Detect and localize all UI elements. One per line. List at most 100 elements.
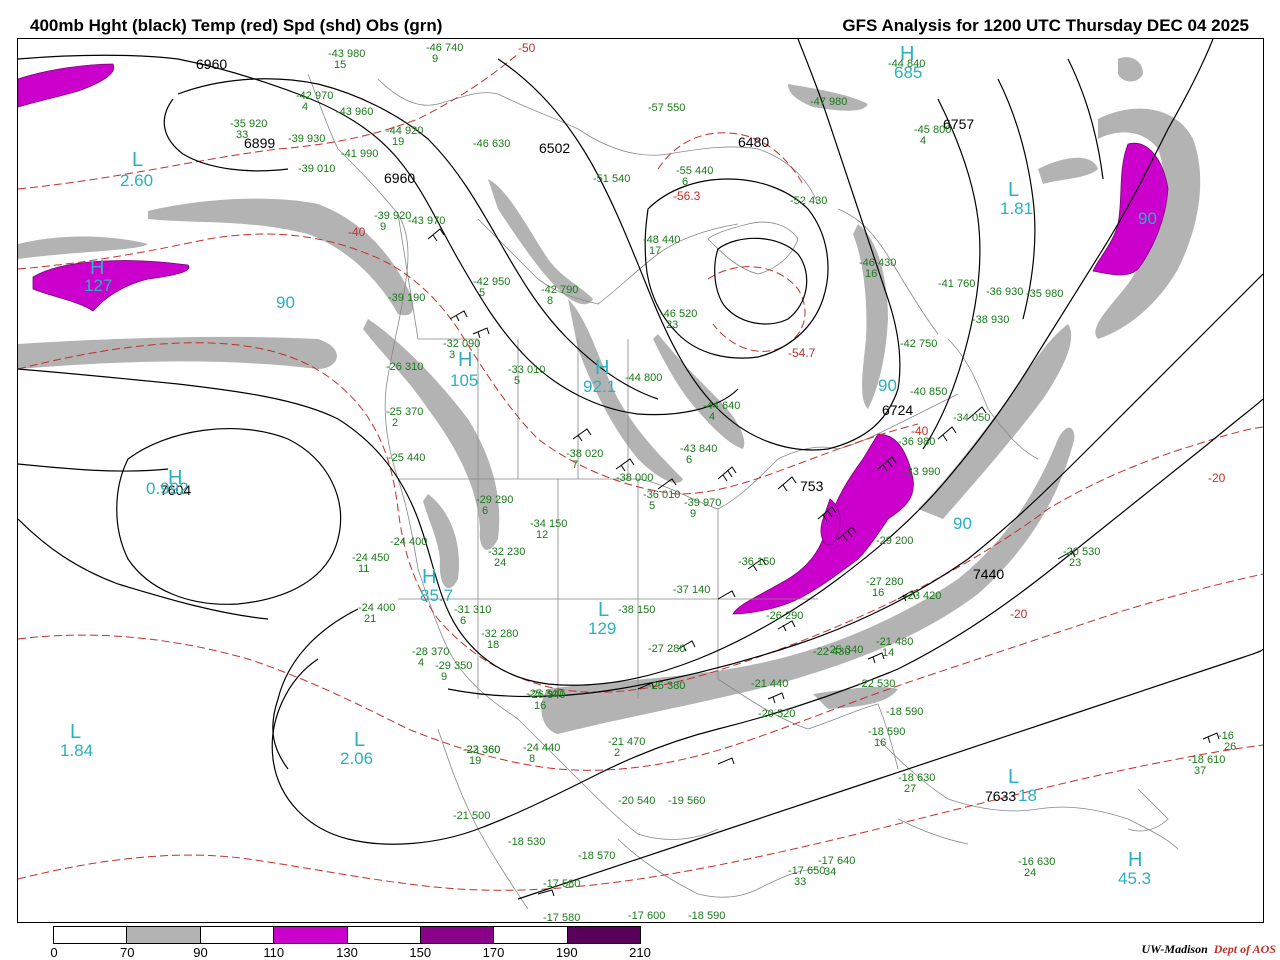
station-observation: -57 550 — [648, 103, 685, 114]
center-value: 1.84 — [60, 741, 94, 760]
speed-color-legend — [53, 926, 641, 944]
obs-dewpoint: 8 — [529, 753, 536, 765]
weather-map: 6960 6960 6899 6502 6480 6757 6724 7604 … — [17, 38, 1264, 923]
credit-dept: Dept of AOS — [1213, 942, 1276, 956]
station-observation: -46 630 — [473, 139, 510, 150]
station-observation: -43 960 — [336, 107, 373, 118]
station-observation: -25 370 2 — [386, 407, 423, 429]
station-observation: -41 760 — [938, 279, 975, 290]
obs-temp-height: -18 530 — [508, 836, 546, 848]
temperature-label: -20 — [1208, 471, 1226, 485]
legend-segment — [347, 927, 421, 943]
station-observation: -51 540 — [593, 174, 630, 185]
obs-dewpoint: 6 — [482, 505, 489, 517]
obs-dewpoint: 4 — [302, 101, 309, 113]
temperature-label: -54.7 — [788, 346, 816, 360]
obs-temp-height: -39 010 — [298, 163, 336, 175]
station-observation: -19 560 — [668, 796, 705, 807]
station-observation: -22 430 — [813, 647, 850, 658]
speed-label: 90 — [878, 376, 897, 395]
obs-dewpoint: 12 — [536, 529, 549, 541]
obs-temp-height: -33 990 — [903, 466, 941, 478]
legend-tick: 190 — [555, 945, 578, 960]
obs-dewpoint: 26 — [1224, 741, 1237, 753]
obs-temp-height: -43 970 — [408, 215, 446, 227]
obs-dewpoint: 9 — [380, 221, 387, 233]
station-observation: -18 610 37 — [1188, 755, 1225, 777]
station-observation: -21 480 14 — [876, 637, 913, 659]
station-observation: -26 290 — [766, 611, 803, 622]
station-observation: -42 950 5 — [473, 277, 510, 299]
obs-temp-height: -29 200 — [876, 535, 914, 547]
station-observation: -43 840 6 — [680, 444, 717, 466]
obs-temp-height: -44 800 — [625, 372, 663, 384]
station-observation: -31 310 6 — [454, 605, 491, 627]
station-observation: -35 980 — [1026, 289, 1063, 300]
obs-dewpoint: 33 — [794, 876, 807, 888]
station-observation: -39 970 9 — [684, 498, 721, 520]
station-observation: -18 590 — [688, 911, 725, 922]
center-value: 2.06 — [340, 749, 374, 768]
obs-dewpoint: 19 — [392, 136, 405, 148]
station-observation: -24 400 21 — [358, 603, 395, 625]
obs-dewpoint: 8 — [547, 295, 554, 307]
station-observation: -24 400 — [390, 537, 427, 548]
legend-segment — [420, 927, 495, 943]
obs-dewpoint: 4 — [920, 135, 927, 147]
station-observation: -20 530 23 — [1063, 547, 1100, 569]
map-title: 400mb Hght (black) Temp (red) Spd (shd) … — [30, 16, 443, 35]
station-observation: -17 580 — [543, 913, 580, 923]
obs-temp-height: -44 840 — [888, 58, 926, 70]
obs-dewpoint: 16 — [872, 587, 885, 599]
height-label: 6502 — [539, 140, 571, 156]
station-observation: -26 310 — [386, 362, 423, 373]
station-observation: -39 190 — [388, 293, 425, 304]
legend-segment — [274, 927, 348, 943]
station-observation: -39 010 — [298, 164, 335, 175]
obs-dewpoint: 9 — [432, 53, 439, 65]
station-observation: -24 450 11 — [352, 553, 389, 575]
station-observation: -38 150 — [618, 605, 655, 616]
temperature-label: -20 — [1010, 607, 1028, 621]
station-observation: -43 980 15 — [328, 49, 365, 71]
center-value: 105 — [450, 371, 479, 390]
station-observation: -44 840 — [888, 59, 925, 70]
station-observation: -32 230 24 — [488, 547, 525, 569]
obs-temp-height: -27 280 — [648, 643, 686, 655]
station-observation: -22 530 — [858, 679, 895, 690]
station-observation: -18 590 — [886, 707, 923, 718]
legend-segment — [494, 927, 568, 943]
obs-dewpoint: 19 — [469, 755, 482, 767]
station-observation: -45 800 4 — [914, 125, 951, 147]
obs-temp-height: -38 000 — [616, 472, 654, 484]
obs-dewpoint: 23 — [1069, 557, 1082, 569]
obs-temp-height: -37 140 — [673, 584, 711, 596]
station-observation: -36 010 5 — [643, 490, 680, 512]
obs-dewpoint: 5 — [514, 375, 521, 387]
station-observation: -55 440 6 — [676, 166, 713, 188]
station-observation: -29 290 6 — [476, 495, 513, 517]
obs-dewpoint: 37 — [1194, 765, 1207, 777]
station-observation: -44 640 4 — [703, 401, 740, 423]
station-observation: -18 590 16 — [868, 727, 905, 749]
obs-dewpoint: 5 — [649, 500, 656, 512]
obs-dewpoint: 9 — [441, 671, 448, 683]
station-observation: -20 520 — [758, 709, 795, 720]
station-observation: -44 920 19 — [386, 126, 423, 148]
obs-dewpoint: 5 — [479, 287, 486, 299]
station-observation: -39 920 9 — [374, 211, 411, 233]
obs-temp-height: -18 590 — [688, 910, 726, 922]
station-observation: -48 440 17 — [643, 235, 680, 257]
height-label: 6960 — [196, 56, 228, 72]
center-value: 127 — [84, 276, 113, 295]
obs-temp-height: -36 150 — [738, 556, 776, 568]
station-observation: -21 500 — [453, 811, 490, 822]
map-valid-time: GFS Analysis for 1200 UTC Thursday DEC 0… — [842, 16, 1249, 35]
obs-temp-height: -43 960 — [336, 106, 374, 118]
obs-temp-height: -18 570 — [578, 850, 616, 862]
center-value: 18 — [1018, 786, 1037, 805]
temperature-label: -40 — [348, 225, 366, 239]
station-observation: -35 920 33 — [230, 119, 267, 141]
obs-temp-height: -41 990 — [341, 148, 379, 160]
station-observation: -27 280 — [648, 644, 685, 655]
